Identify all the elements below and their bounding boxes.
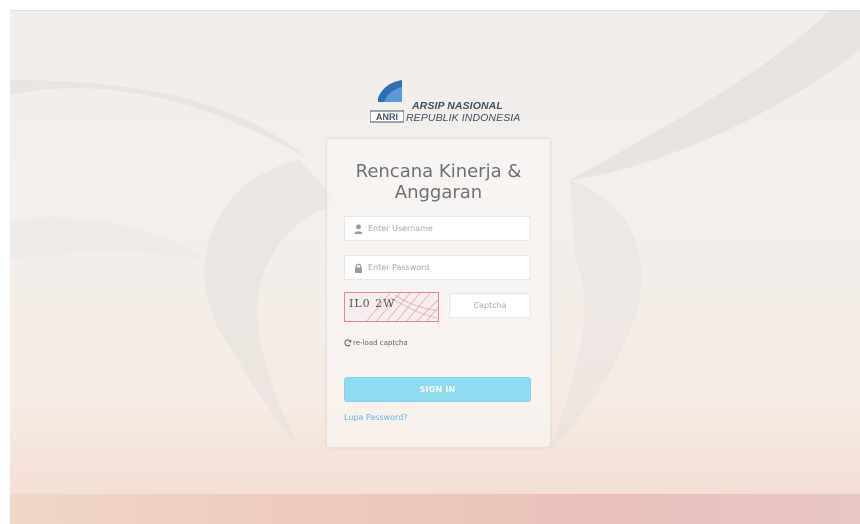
anri-logo-mark: ANRI xyxy=(370,80,404,123)
captcha-image: IL0 2W xyxy=(344,292,439,322)
logo-text: ARSIP NASIONAL REPUBLIK INDONESIA xyxy=(406,100,520,124)
captcha-field[interactable] xyxy=(449,293,531,318)
logo-mark-text: ANRI xyxy=(376,112,398,122)
reload-captcha-link[interactable]: re-load captcha xyxy=(344,337,408,349)
password-field[interactable] xyxy=(344,255,531,280)
refresh-icon xyxy=(344,339,352,347)
page-title: Rencana Kinerja & Anggaran xyxy=(355,161,522,203)
password-input[interactable] xyxy=(368,256,528,279)
logo-line-1: ARSIP NASIONAL xyxy=(412,100,503,112)
footer-band xyxy=(10,494,860,524)
sign-in-button[interactable]: SIGN IN xyxy=(344,377,531,402)
username-field[interactable] xyxy=(344,216,531,241)
captcha-text: IL0 2W xyxy=(349,297,396,310)
login-card: Rencana Kinerja & Anggaran IL0 2W xyxy=(326,138,551,448)
username-input[interactable] xyxy=(368,217,528,240)
logo-line-2: REPUBLIK INDONESIA xyxy=(406,112,521,124)
captcha-input[interactable] xyxy=(450,294,530,317)
lock-icon xyxy=(355,263,362,273)
user-icon xyxy=(354,224,363,234)
reload-captcha-label: re-load captcha xyxy=(353,339,408,347)
login-page: ANRI ARSIP NASIONAL REPUBLIK INDONESIA R… xyxy=(10,10,860,524)
forgot-password-link[interactable]: Lupa Password? xyxy=(344,413,408,422)
anri-logo: ANRI ARSIP NASIONAL REPUBLIK INDONESIA xyxy=(370,80,520,126)
